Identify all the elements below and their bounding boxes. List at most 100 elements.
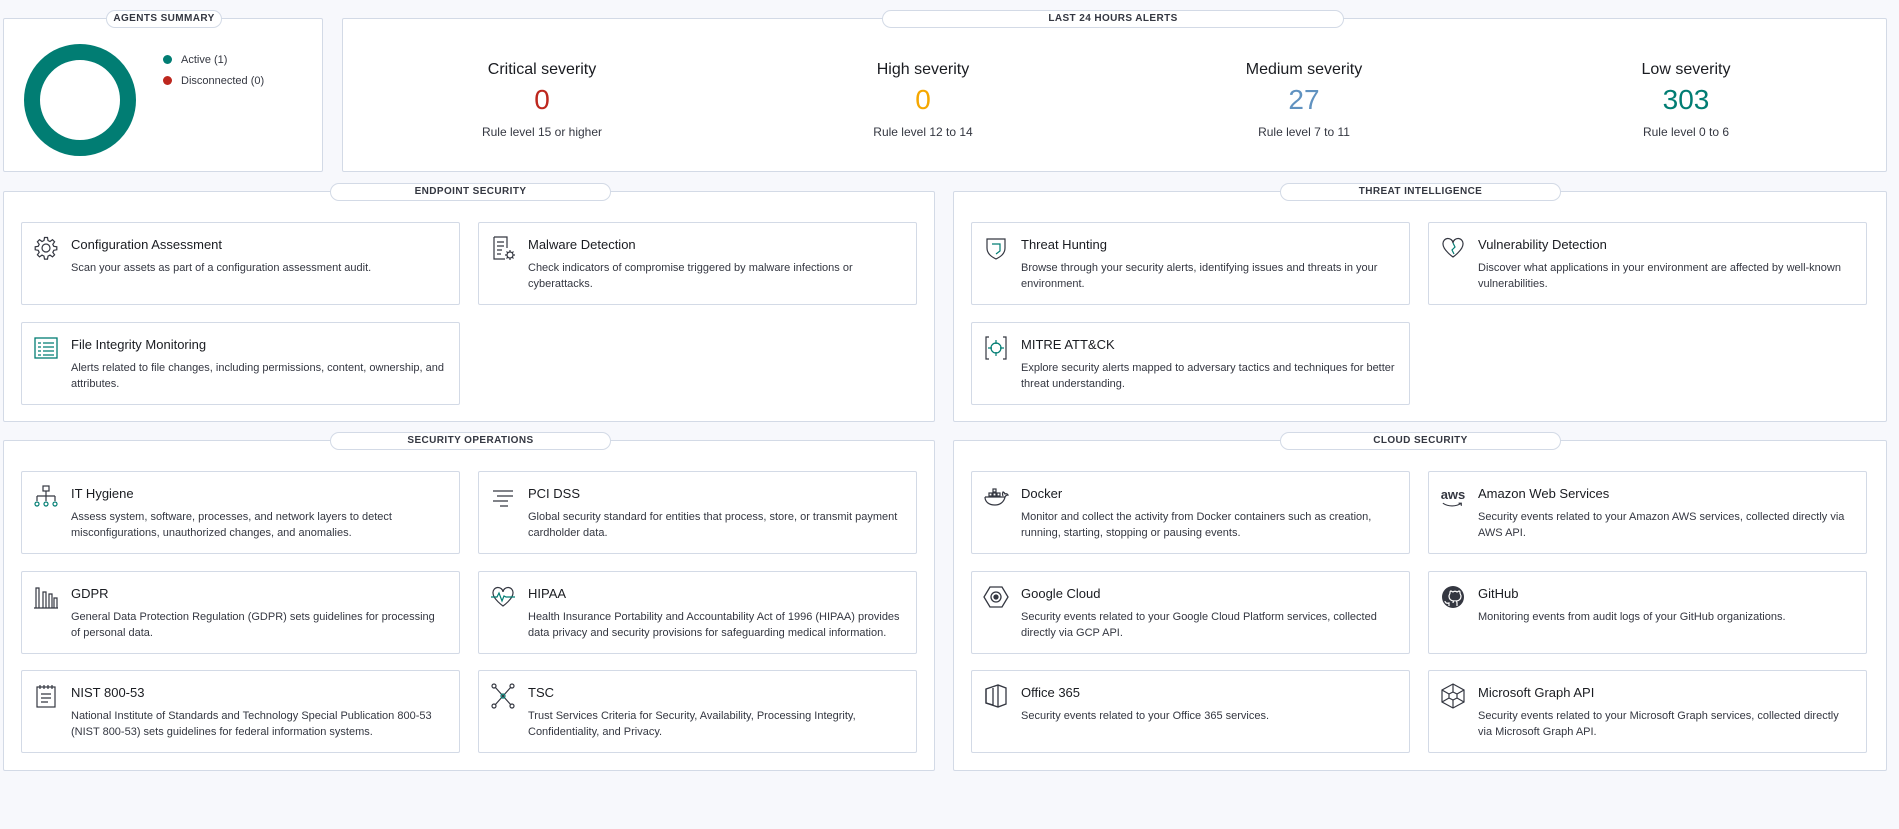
threat-intelligence-title: THREAT INTELLIGENCE [1280,183,1561,201]
card-title: Threat Hunting [1021,237,1107,252]
card-vulnerability-detection[interactable]: Vulnerability Detection Discover what ap… [1428,222,1867,305]
critical-severity-rule: Rule level 15 or higher [481,125,603,139]
high-severity-count[interactable]: 0 [823,83,1023,119]
cloud-security-title: CLOUD SECURITY [1280,432,1561,450]
card-description: Security events related to your Microsof… [1478,710,1839,738]
endpoint-security-panel: ENDPOINT SECURITY Configuration Assessme… [3,183,935,422]
critical-severity-stat[interactable]: Critical severity 0 Rule level 15 or hig… [442,61,642,139]
card-description: Security events related to your Amazon A… [1478,511,1845,539]
card-title: Docker [1021,486,1063,501]
aws-icon: aws [1440,484,1466,510]
card-mitre-attack[interactable]: MITRE ATT&CK Explore security alerts map… [971,322,1410,405]
card-github[interactable]: GitHub Monitoring events from audit logs… [1428,571,1867,654]
malware-document-icon [490,235,516,261]
graph-icon [1440,683,1466,709]
google-cloud-icon [983,584,1009,610]
card-title: Malware Detection [528,237,636,252]
cloud-security-panel: CLOUD SECURITY Docker Monitor and collec… [953,432,1887,771]
agents-summary-title: AGENTS SUMMARY [106,10,222,28]
low-severity-stat[interactable]: Low severity 303 Rule level 0 to 6 [1586,61,1786,139]
alerts-title: LAST 24 HOURS ALERTS [882,10,1344,28]
card-title: GDPR [71,586,109,601]
card-description: General Data Protection Regulation (GDPR… [71,611,435,639]
card-it-hygiene[interactable]: IT Hygiene Assess system, software, proc… [21,471,460,554]
card-amazon-web-services[interactable]: aws Amazon Web Services Security events … [1428,471,1867,554]
card-configuration-assessment[interactable]: Configuration Assessment Scan your asset… [21,222,460,305]
legend-label-active: Active (1) [181,53,228,66]
card-title: File Integrity Monitoring [71,337,207,352]
agents-donut-chart[interactable] [23,43,137,157]
file-list-icon [33,335,59,361]
shield-icon [983,235,1009,261]
office-icon [983,683,1009,709]
gear-icon [33,235,59,261]
card-threat-hunting[interactable]: Threat Hunting Browse through your secur… [971,222,1410,305]
legend-dot-active [163,55,172,64]
legend-item-disconnected[interactable]: Disconnected (0) [163,70,264,91]
card-title: TSC [528,685,554,700]
card-docker[interactable]: Docker Monitor and collect the activity … [971,471,1410,554]
high-severity-rule: Rule level 12 to 14 [873,125,973,139]
medium-severity-stat[interactable]: Medium severity 27 Rule level 7 to 11 [1204,61,1404,139]
endpoint-security-title: ENDPOINT SECURITY [330,183,611,201]
threat-intelligence-panel: THREAT INTELLIGENCE Threat Hunting Brows… [953,183,1887,422]
agents-summary-panel: AGENTS SUMMARY Active (1) Disconnected (… [3,10,323,172]
card-title: MITRE ATT&CK [1021,337,1115,352]
medium-severity-rule: Rule level 7 to 11 [1258,125,1350,139]
card-pci-dss[interactable]: PCI DSS Global security standard for ent… [478,471,917,554]
card-description: Assess system, software, processes, and … [71,511,392,539]
hierarchy-icon [33,484,59,510]
card-title: Configuration Assessment [71,237,223,252]
building-icon [33,584,59,610]
card-description: Scan your assets as part of a configurat… [71,262,372,274]
heartbeat-icon [490,584,516,610]
card-microsoft-graph-api[interactable]: Microsoft Graph API Security events rela… [1428,670,1867,753]
card-description: Explore security alerts mapped to advers… [1021,362,1395,390]
high-severity-title: High severity [876,61,970,78]
medium-severity-count[interactable]: 27 [1204,83,1404,119]
legend-item-active[interactable]: Active (1) [163,49,264,70]
heart-icon [1440,235,1466,261]
card-description: Browse through your security alerts, ide… [1021,262,1378,290]
card-title: PCI DSS [528,486,581,501]
card-title: GitHub [1478,586,1519,601]
card-hipaa[interactable]: HIPAA Health Insurance Portability and A… [478,571,917,654]
legend-label-disconnected: Disconnected (0) [181,74,265,87]
card-title: Office 365 [1021,685,1081,700]
card-title: IT Hygiene [71,486,134,501]
card-description: Monitor and collect the activity from Do… [1021,511,1372,539]
card-description: Security events related to your Google C… [1021,611,1377,639]
card-title: Microsoft Graph API [1478,685,1595,700]
card-google-cloud[interactable]: Google Cloud Security events related to … [971,571,1410,654]
card-nist-800-53[interactable]: NIST 800-53 National Institute of Standa… [21,670,460,753]
github-icon [1440,584,1466,610]
card-office-365[interactable]: Office 365 Security events related to yo… [971,670,1410,753]
card-description: Discover what applications in your envir… [1478,262,1841,290]
medium-severity-title: Medium severity [1245,61,1363,78]
card-file-integrity-monitoring[interactable]: File Integrity Monitoring Alerts related… [21,322,460,405]
card-description: Monitoring events from audit logs of you… [1478,611,1786,623]
card-title: Vulnerability Detection [1478,237,1607,252]
low-severity-rule: Rule level 0 to 6 [1642,125,1730,139]
docker-icon [983,484,1009,510]
card-description: Check indicators of compromise triggered… [528,262,853,290]
card-gdpr[interactable]: GDPR General Data Protection Regulation … [21,571,460,654]
high-severity-stat[interactable]: High severity 0 Rule level 12 to 14 [823,61,1023,139]
critical-severity-count[interactable]: 0 [442,83,642,119]
card-description: Security events related to your Office 3… [1021,710,1270,722]
card-description: National Institute of Standards and Tech… [71,710,432,738]
low-severity-title: Low severity [1641,61,1731,78]
lines-icon [490,484,516,510]
card-tsc[interactable]: TSC Trust Services Criteria for Security… [478,670,917,753]
donut-active-segment [24,44,136,156]
security-operations-panel: SECURITY OPERATIONS IT Hygiene Assess sy… [3,432,935,771]
crosshair-icon [983,335,1009,361]
legend-dot-disconnected [163,76,172,85]
low-severity-count[interactable]: 303 [1586,83,1786,119]
card-title: HIPAA [528,586,567,601]
alerts-panel: LAST 24 HOURS ALERTS Critical severity 0… [342,10,1887,172]
card-title: Amazon Web Services [1478,486,1610,501]
notepad-icon [33,683,59,709]
card-malware-detection[interactable]: Malware Detection Check indicators of co… [478,222,917,305]
critical-severity-title: Critical severity [487,61,597,78]
